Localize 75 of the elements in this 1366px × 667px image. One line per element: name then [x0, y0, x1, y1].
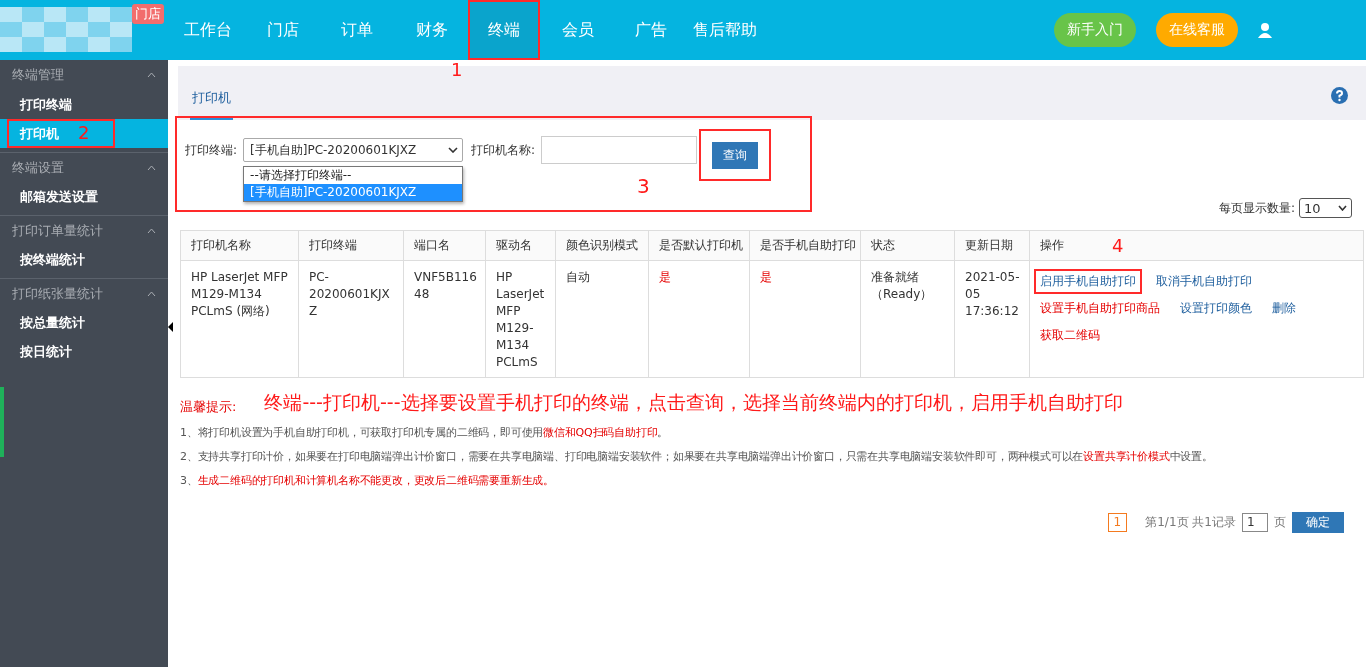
- tip-line: 3、生成二维码的打印机和计算机名称不能更改，更改后二维码需要重新生成。: [180, 473, 555, 488]
- page-number[interactable]: 1: [1107, 513, 1128, 532]
- action-link[interactable]: 设置打印颜色: [1174, 296, 1258, 321]
- help-icon[interactable]: [1331, 87, 1348, 104]
- table-cell: 是: [648, 260, 750, 378]
- caret-icon: [448, 147, 459, 153]
- column-header: 驱动名: [485, 230, 556, 261]
- annotation-number: 1: [451, 61, 463, 79]
- table-cell: 自动: [555, 260, 649, 378]
- sidebar-item[interactable]: 按总量统计: [7, 308, 115, 337]
- sidebar-item[interactable]: 打印终端: [7, 90, 115, 119]
- scroll-indicator: [0, 387, 4, 457]
- chevron-icon: [147, 72, 156, 78]
- nav-tab[interactable]: 会员: [540, 0, 615, 60]
- sidebar-item[interactable]: 按终端统计: [7, 245, 115, 274]
- query-button[interactable]: 查询: [712, 141, 759, 169]
- column-header: 打印终端: [298, 230, 404, 261]
- page-size-label: 每页显示数量:: [1218, 199, 1295, 217]
- tips-title: 温馨提示:: [180, 398, 237, 416]
- chevron-icon: [147, 290, 156, 297]
- caret-icon: [1338, 205, 1347, 211]
- annotation-number: 3: [637, 176, 650, 196]
- store-badge: 门店: [132, 4, 164, 24]
- action-link[interactable]: 设置手机自助打印商品: [1034, 296, 1166, 321]
- column-header: 是否手机自助打印: [749, 230, 861, 261]
- action-link[interactable]: 取消手机自助打印: [1150, 269, 1258, 294]
- nav-tab[interactable]: 财务: [395, 0, 468, 60]
- column-header: 操作 4: [1029, 230, 1364, 261]
- terminal-select[interactable]: [手机自助]PC-20200601KJXZ: [243, 138, 464, 162]
- page-input[interactable]: 1: [1242, 513, 1268, 532]
- sidebar-item[interactable]: 按日统计: [7, 337, 115, 366]
- sidebar-group-header[interactable]: 终端管理: [0, 60, 168, 90]
- column-header: 端口名: [403, 230, 486, 261]
- confirm-button[interactable]: 确定: [1292, 512, 1344, 533]
- table-cell: 准备就绪（Ready）: [860, 260, 955, 378]
- action-link[interactable]: 删除: [1266, 296, 1302, 321]
- dropdown-option[interactable]: [手机自助]PC-20200601KJXZ: [244, 184, 463, 201]
- column-header: 更新日期: [954, 230, 1030, 261]
- sidebar-group-header[interactable]: 终端设置: [0, 152, 168, 182]
- field-label: 打印机名称:: [471, 142, 536, 159]
- column-header: 状态: [860, 230, 955, 261]
- tip-line: 1、将打印机设置为手机自助打印机，可获取打印机专属的二维码，即可使用微信和QQ扫码自助打印。: [180, 425, 670, 440]
- action-link[interactable]: 启用手机自助打印: [1034, 269, 1142, 294]
- nav-tab[interactable]: 门店: [248, 0, 318, 60]
- table-cell: 2021-05-05 17:36:12: [954, 260, 1030, 378]
- annotation-number: 2: [78, 124, 90, 142]
- page-size-select[interactable]: 10: [1299, 198, 1352, 218]
- nav-tab[interactable]: 售后帮助: [687, 0, 762, 60]
- dropdown-option[interactable]: --请选择打印终端--: [244, 167, 463, 184]
- table-cell: VNF5B11648: [403, 260, 486, 378]
- page-summary: 第1/1页 共1记录: [1145, 514, 1236, 531]
- chevron-icon: [147, 227, 156, 234]
- table-cell: PC-20200601KJXZ: [298, 260, 404, 378]
- table-cell: HP LaserJet MFP M129-M134 PCLmS (网络): [180, 260, 299, 378]
- column-header: 是否默认打印机: [648, 230, 750, 261]
- tip-line: 2、支持共享打印计价，如果要在打印电脑端弹出计价窗口，需要在共享电脑端、打印电脑端安装软件；如果要在共享电脑端弹出计价窗口，只需在共享电脑端安装软件即可，两种模式可以在设置共享计价模式中设置。: [180, 449, 1214, 464]
- sidebar-group-header[interactable]: 打印纸张量统计: [0, 278, 168, 308]
- nav-tab[interactable]: 订单: [318, 0, 395, 60]
- annotation-number: 4: [1112, 237, 1124, 255]
- page-unit: 页: [1274, 514, 1286, 531]
- sidebar-item[interactable]: 邮箱发送设置: [7, 182, 115, 211]
- nav-tab[interactable]: 广告: [615, 0, 687, 60]
- table-cell: HP LaserJet MFP M129-M134 PCLmS: [485, 260, 556, 378]
- chevron-icon: [147, 164, 156, 171]
- table-cell: 是: [749, 260, 861, 378]
- field-label: 打印终端:: [185, 142, 238, 159]
- column-header: 打印机名称: [180, 230, 299, 261]
- nav-tab[interactable]: 工作台: [168, 0, 248, 60]
- annotation-text: 终端---打印机---选择要设置手机打印的终端，点击查询，选择当前终端内的打印机，启用手机自助打印: [264, 390, 1123, 415]
- column-header: 颜色识别模式: [555, 230, 649, 261]
- printer-name-input[interactable]: [541, 136, 698, 164]
- page-tab[interactable]: 打印机: [190, 89, 233, 120]
- nav-tab[interactable]: 终端: [468, 0, 540, 60]
- action-link[interactable]: 获取二维码: [1034, 323, 1106, 348]
- sidebar-group-header[interactable]: 打印订单量统计: [0, 215, 168, 245]
